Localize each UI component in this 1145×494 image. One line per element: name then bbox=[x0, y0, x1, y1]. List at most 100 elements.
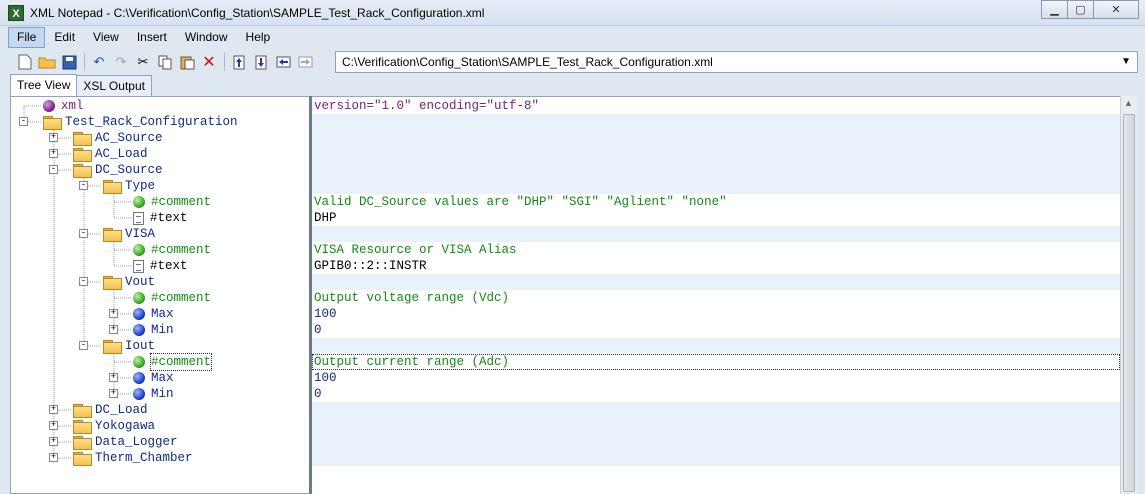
tree-pane[interactable]: xml Test_Rack_Configuration - AC_Source + AC_… bbox=[10, 96, 310, 494]
tree-node[interactable]: #comment bbox=[133, 194, 211, 210]
tree-node[interactable]: #text bbox=[133, 258, 188, 274]
value-row[interactable]: Output voltage range (Vdc) bbox=[312, 290, 1120, 306]
nudge-up-icon[interactable] bbox=[230, 53, 248, 71]
tree-node[interactable]: Test_Rack_Configuration bbox=[43, 114, 238, 130]
value-row[interactable]: version="1.0" encoding="utf-8" bbox=[312, 98, 1120, 114]
value-row[interactable] bbox=[312, 418, 1120, 434]
nudge-right-icon[interactable] bbox=[296, 53, 314, 71]
tree-node[interactable]: Data_Logger bbox=[73, 434, 178, 450]
cut-icon[interactable]: ✂ bbox=[134, 53, 152, 71]
file-path-combobox[interactable]: C:\Verification\Config_Station\SAMPLE_Te… bbox=[335, 51, 1138, 73]
value-row[interactable]: 0 bbox=[312, 386, 1120, 402]
value-row[interactable] bbox=[312, 450, 1120, 466]
expand-icon[interactable]: + bbox=[49, 149, 58, 158]
undo-icon[interactable]: ↶ bbox=[90, 53, 108, 71]
expand-icon[interactable]: + bbox=[49, 421, 58, 430]
value-row[interactable]: GPIB0::2::INSTR bbox=[312, 258, 1120, 274]
expand-icon[interactable]: + bbox=[109, 309, 118, 318]
minimize-button[interactable]: ▁ bbox=[1041, 0, 1068, 19]
collapse-icon[interactable]: - bbox=[49, 165, 58, 174]
tree-node[interactable]: #comment bbox=[133, 290, 211, 306]
expand-icon[interactable]: + bbox=[109, 325, 118, 334]
value-row[interactable] bbox=[312, 130, 1120, 146]
tab-tree-view[interactable]: Tree View bbox=[10, 74, 78, 97]
value-row[interactable]: Output current range (Adc) bbox=[312, 354, 1120, 370]
value-row[interactable] bbox=[312, 338, 1120, 354]
value-row[interactable]: VISA Resource or VISA Alias bbox=[312, 242, 1120, 258]
tree-node[interactable]: Yokogawa bbox=[73, 418, 155, 434]
tree-node-label: #text bbox=[150, 259, 188, 273]
tree-node[interactable]: Max bbox=[133, 370, 174, 386]
tree-node[interactable]: #text bbox=[133, 210, 188, 226]
scrollbar-thumb[interactable] bbox=[1123, 114, 1135, 492]
vertical-scrollbar[interactable]: ▲ bbox=[1120, 96, 1137, 494]
close-button[interactable]: ✕ bbox=[1093, 0, 1139, 19]
tree-node[interactable]: Min bbox=[133, 386, 174, 402]
menu-view[interactable]: View bbox=[84, 27, 128, 48]
tree-node[interactable]: Max bbox=[133, 306, 174, 322]
menu-help[interactable]: Help bbox=[237, 27, 280, 48]
value-row[interactable]: 100 bbox=[312, 306, 1120, 322]
menu-file[interactable]: File bbox=[8, 27, 46, 48]
maximize-button[interactable]: ▢ bbox=[1067, 0, 1094, 19]
expand-icon[interactable]: + bbox=[49, 437, 58, 446]
value-row[interactable]: DHP bbox=[312, 210, 1120, 226]
paste-icon[interactable] bbox=[178, 53, 196, 71]
tab-xsl-output[interactable]: XSL Output bbox=[76, 75, 152, 97]
expand-icon[interactable]: + bbox=[109, 373, 118, 382]
open-icon[interactable] bbox=[38, 53, 56, 71]
value-row[interactable] bbox=[312, 146, 1120, 162]
folder-icon bbox=[103, 180, 122, 194]
copy-icon[interactable] bbox=[156, 53, 174, 71]
menu-edit[interactable]: Edit bbox=[45, 27, 84, 48]
new-icon[interactable] bbox=[16, 53, 34, 71]
tree-node[interactable]: AC_Load bbox=[73, 146, 148, 162]
collapse-icon[interactable]: - bbox=[79, 341, 88, 350]
menu-window[interactable]: Window bbox=[176, 27, 237, 48]
collapse-icon[interactable]: - bbox=[19, 117, 28, 126]
collapse-icon[interactable]: - bbox=[79, 277, 88, 286]
tree-node[interactable]: Type bbox=[103, 178, 155, 194]
tree-node[interactable]: Iout bbox=[103, 338, 155, 354]
value-row[interactable]: 0 bbox=[312, 322, 1120, 338]
expand-icon[interactable]: + bbox=[49, 133, 58, 142]
nudge-left-icon[interactable] bbox=[274, 53, 292, 71]
value-row[interactable]: Valid DC_Source values are "DHP" "SGI" "… bbox=[312, 194, 1120, 210]
tree-node[interactable]: DC_Load bbox=[73, 402, 148, 418]
tree-node[interactable]: Therm_Chamber bbox=[73, 450, 193, 466]
save-icon[interactable] bbox=[60, 53, 78, 71]
value-pane[interactable]: version="1.0" encoding="utf-8" Valid DC_S… bbox=[312, 96, 1120, 494]
dropdown-arrow-icon[interactable]: ▼ bbox=[1121, 56, 1131, 67]
expand-icon[interactable]: + bbox=[49, 453, 58, 462]
collapse-icon[interactable]: - bbox=[79, 181, 88, 190]
window-controls: ▁ ▢ ✕ bbox=[1041, 0, 1139, 19]
redo-icon[interactable]: ↷ bbox=[112, 53, 130, 71]
expand-icon[interactable]: + bbox=[49, 405, 58, 414]
tree-node[interactable]: #comment bbox=[133, 353, 213, 371]
tree-node[interactable]: AC_Source bbox=[73, 130, 163, 146]
collapse-icon[interactable]: - bbox=[79, 229, 88, 238]
value-row[interactable] bbox=[312, 178, 1120, 194]
value-row[interactable] bbox=[312, 274, 1120, 290]
value-text: Output current range (Adc) bbox=[314, 355, 510, 369]
tree-node[interactable]: xml bbox=[43, 98, 84, 114]
scroll-up-icon[interactable]: ▲ bbox=[1124, 98, 1133, 108]
tree-node-label: #comment bbox=[151, 243, 212, 257]
nudge-down-icon[interactable] bbox=[252, 53, 270, 71]
tree-node[interactable]: Vout bbox=[103, 274, 155, 290]
value-row[interactable] bbox=[312, 114, 1120, 130]
value-row[interactable]: 100 bbox=[312, 370, 1120, 386]
tree-node[interactable]: Min bbox=[133, 322, 174, 338]
expand-icon[interactable]: + bbox=[109, 389, 118, 398]
value-row[interactable] bbox=[312, 226, 1120, 242]
tree-node[interactable]: DC_Source bbox=[73, 162, 163, 178]
tree-node-label: Vout bbox=[125, 275, 156, 289]
value-row[interactable] bbox=[312, 162, 1120, 178]
delete-icon[interactable]: ✕ bbox=[200, 53, 218, 71]
tree-node[interactable]: #comment bbox=[133, 242, 211, 258]
value-row[interactable] bbox=[312, 434, 1120, 450]
tree-node[interactable]: VISA bbox=[103, 226, 155, 242]
value-row[interactable] bbox=[312, 402, 1120, 418]
folder-icon bbox=[73, 452, 92, 466]
menu-insert[interactable]: Insert bbox=[128, 27, 176, 48]
